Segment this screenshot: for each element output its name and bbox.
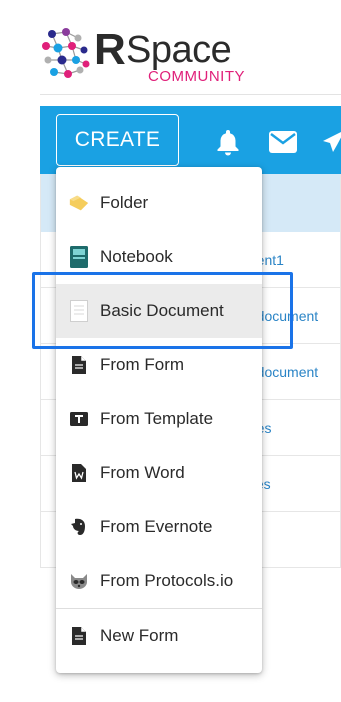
menu-item-label: From Form: [100, 355, 185, 374]
header-divider: [40, 94, 341, 95]
workspace-toolbar: CREATE: [40, 106, 341, 174]
menu-item-from-word[interactable]: From Word: [56, 446, 262, 500]
menu-item-label: New Form: [100, 626, 179, 645]
evernote-icon: [68, 516, 90, 538]
template-icon: [68, 408, 90, 430]
create-button[interactable]: CREATE: [56, 114, 179, 166]
new-form-icon: [68, 625, 90, 647]
create-menu: Folder Notebook Basic Document From Form…: [56, 167, 262, 673]
folder-icon: [68, 192, 90, 214]
bell-icon[interactable]: [215, 128, 241, 156]
molecule-logo-icon: [42, 28, 90, 78]
send-icon[interactable]: [321, 128, 341, 154]
menu-item-from-protocols-io[interactable]: From Protocols.io: [56, 554, 262, 608]
menu-item-label: From Template: [100, 409, 214, 428]
menu-item-label: Folder: [100, 193, 149, 212]
menu-item-folder[interactable]: Folder: [56, 176, 262, 230]
menu-item-label: From Evernote: [100, 517, 213, 536]
word-icon: [68, 462, 90, 484]
mail-icon[interactable]: [269, 131, 297, 153]
menu-item-label: From Word: [100, 463, 185, 482]
logo-community: COMMUNITY: [148, 68, 245, 85]
logo-space: Space: [126, 29, 232, 71]
logo-r: R: [94, 25, 126, 74]
form-file-icon: [68, 354, 90, 376]
menu-item-new-form[interactable]: New Form: [56, 609, 262, 663]
menu-item-from-template[interactable]: From Template: [56, 392, 262, 446]
notebook-icon: [68, 246, 90, 268]
protocols-io-icon: [68, 570, 90, 592]
rspace-logo[interactable]: R Space COMMUNITY: [38, 22, 253, 88]
menu-item-label: Notebook: [100, 247, 173, 266]
selection-highlight-box: [32, 272, 293, 349]
menu-item-label: From Protocols.io: [100, 571, 234, 590]
menu-item-from-evernote[interactable]: From Evernote: [56, 500, 262, 554]
